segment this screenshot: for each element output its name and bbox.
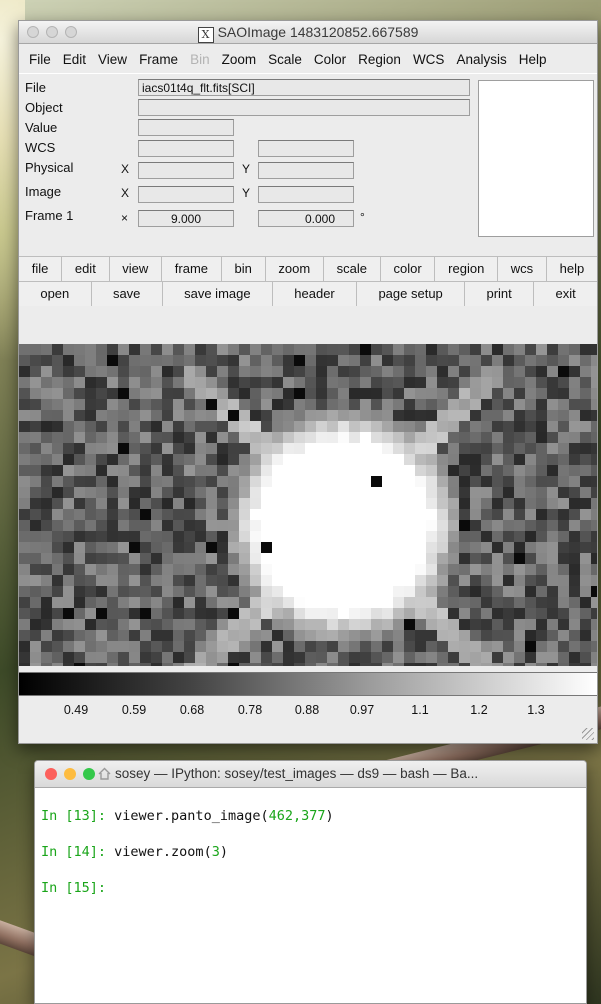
- terminal-titlebar[interactable]: sosey — IPython: sosey/test_images — ds9…: [35, 761, 586, 788]
- menu-frame[interactable]: Frame: [133, 48, 184, 71]
- object-field: [138, 99, 470, 116]
- physical-y-label: Y: [242, 162, 251, 176]
- terminal-title: sosey — IPython: sosey/test_images — ds9…: [115, 766, 479, 781]
- value-field: [138, 119, 234, 136]
- button-header[interactable]: header: [272, 282, 358, 306]
- degree-symbol: °: [360, 210, 365, 224]
- button-save[interactable]: save: [91, 282, 163, 306]
- file-label: File: [25, 80, 46, 95]
- colorbar-tick: 1.1: [411, 703, 429, 717]
- resize-grip[interactable]: [582, 728, 594, 740]
- button-help[interactable]: help: [546, 257, 597, 281]
- window-titlebar[interactable]: X SAOImage 1483120852.667589: [19, 21, 597, 44]
- colorbar-tick: 0.49: [63, 703, 89, 717]
- menu-view[interactable]: View: [92, 48, 133, 71]
- button-scale[interactable]: scale: [323, 257, 381, 281]
- wcs-field-1: [138, 140, 234, 157]
- code-number: 3: [211, 844, 220, 860]
- terminal-output[interactable]: In [13]: viewer.panto_image(462,377) In …: [35, 788, 586, 898]
- colorbar-tick: 1.2: [470, 703, 488, 717]
- colorbar-tick: 0.97: [349, 703, 375, 717]
- physical-x-field: [138, 162, 234, 179]
- colorbar-tick: 0.59: [121, 703, 147, 717]
- menu-edit[interactable]: Edit: [57, 48, 92, 71]
- terminal-minimize-button[interactable]: [64, 768, 76, 780]
- button-wcs[interactable]: wcs: [498, 257, 547, 281]
- menu-bin: Bin: [190, 52, 210, 67]
- colorbar-tick: 1.3: [527, 703, 545, 717]
- terminal-line: In [13]: viewer.panto_image(462,377): [41, 808, 586, 826]
- button-region[interactable]: region: [435, 257, 499, 281]
- image-display[interactable]: [19, 344, 597, 666]
- button-save-image[interactable]: save image: [162, 282, 273, 306]
- button-bar-bottom: open save save image header page setup p…: [19, 281, 598, 306]
- ds9-window: X SAOImage 1483120852.667589 File Edit Vi…: [18, 20, 598, 744]
- button-file[interactable]: file: [19, 257, 63, 281]
- image-label: Image: [25, 184, 62, 199]
- code-text: viewer.panto_image(: [106, 808, 269, 824]
- button-frame[interactable]: frame: [162, 257, 222, 281]
- terminal-window-controls: [45, 768, 95, 780]
- button-page-setup[interactable]: page setup: [357, 282, 466, 306]
- wcs-field-2: [258, 140, 354, 157]
- code-number: 462,377: [268, 808, 326, 824]
- colorbar[interactable]: [19, 672, 597, 696]
- button-zoom[interactable]: zoom: [265, 257, 324, 281]
- physical-label: Physical: [25, 160, 74, 175]
- colorbar-ticks: 0.49 0.59 0.68 0.78 0.88 0.97 1.1 1.2 1.…: [19, 703, 597, 723]
- button-edit[interactable]: edit: [62, 257, 110, 281]
- window-title: X SAOImage 1483120852.667589: [19, 24, 597, 43]
- zoom-field: 9.000: [138, 210, 234, 227]
- menu-region[interactable]: Region: [352, 48, 407, 71]
- terminal-line: In [15]:: [41, 880, 586, 898]
- colorbar-tick: 0.88: [294, 703, 320, 717]
- menu-wcs[interactable]: WCS: [407, 48, 451, 71]
- image-x-label: X: [121, 186, 130, 200]
- terminal-close-button[interactable]: [45, 768, 57, 780]
- menu-help[interactable]: Help: [513, 48, 553, 71]
- angle-field: 0.000: [258, 210, 354, 227]
- menu-file[interactable]: File: [23, 48, 57, 71]
- button-color[interactable]: color: [380, 257, 436, 281]
- home-icon: [98, 767, 111, 780]
- physical-y-field: [258, 162, 354, 179]
- info-panel: File Object Value WCS Physical Image Fra…: [19, 73, 597, 256]
- code-text: ): [325, 808, 334, 824]
- colorbar-tick: 0.78: [237, 703, 263, 717]
- ipython-prompt: In [15]:: [41, 880, 107, 896]
- menu-zoom[interactable]: Zoom: [216, 48, 263, 71]
- object-label: Object: [25, 100, 63, 115]
- value-label: Value: [25, 120, 58, 135]
- button-print[interactable]: print: [465, 282, 535, 306]
- button-exit[interactable]: exit: [534, 282, 598, 306]
- menu-color[interactable]: Color: [308, 48, 352, 71]
- frame-x-label: ×: [121, 211, 129, 225]
- physical-x-label: X: [121, 162, 130, 176]
- button-view[interactable]: view: [109, 257, 163, 281]
- code-text: ): [219, 844, 228, 860]
- button-bar-top: file edit view frame bin zoom scale colo…: [19, 256, 597, 281]
- fits-image-pixels: [19, 344, 597, 666]
- x11-icon: X: [197, 27, 214, 43]
- frame-label: Frame 1: [25, 208, 74, 223]
- code-text: viewer.zoom(: [106, 844, 212, 860]
- menu-bar: File Edit View Frame Bin Zoom Scale Colo…: [19, 44, 597, 71]
- button-open[interactable]: open: [19, 282, 92, 306]
- ipython-prompt: In [14]:: [41, 844, 107, 860]
- image-x-field: [138, 186, 234, 203]
- image-y-label: Y: [242, 186, 251, 200]
- file-field: iacs01t4q_flt.fits[SCI]: [138, 79, 470, 96]
- menu-analysis[interactable]: Analysis: [450, 48, 512, 71]
- colorbar-tick: 0.68: [179, 703, 205, 717]
- button-bin[interactable]: bin: [221, 257, 266, 281]
- terminal-window: sosey — IPython: sosey/test_images — ds9…: [34, 760, 587, 1004]
- terminal-line: In [14]: viewer.zoom(3): [41, 844, 586, 862]
- magnifier-panel: [478, 80, 594, 237]
- image-y-field: [258, 186, 354, 203]
- menu-scale[interactable]: Scale: [262, 48, 308, 71]
- terminal-zoom-button[interactable]: [83, 768, 95, 780]
- wcs-label: WCS: [25, 140, 56, 155]
- ipython-prompt: In [13]:: [41, 808, 107, 824]
